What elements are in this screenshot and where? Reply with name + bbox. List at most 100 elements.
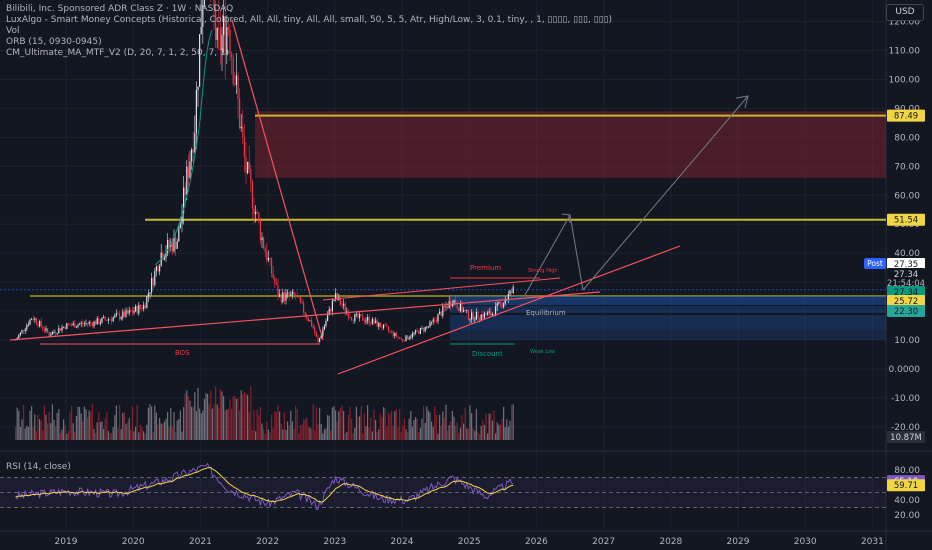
legend: Bilibili, Inc. Sponsored ADR Class Z · 1…	[6, 4, 612, 59]
volume-bar	[200, 413, 202, 440]
legend-indicator-orb[interactable]: ORB (15, 0930-0945)	[6, 37, 612, 48]
volume-bar	[266, 421, 268, 440]
candle-body	[378, 322, 380, 327]
candle-body	[498, 301, 500, 304]
volume-bar	[287, 421, 289, 440]
legend-indicator-vol[interactable]: Vol	[6, 26, 612, 37]
candle-body	[21, 330, 23, 333]
volume-bar	[218, 407, 220, 440]
time-tick-label: 2020	[122, 537, 145, 547]
time-tick-label: 2019	[55, 537, 78, 547]
candle-body	[362, 315, 364, 321]
legend-indicator-ma[interactable]: CM_Ultimate_MA_MTF_V2 (D, 20, 7, 1, 2, 5…	[6, 48, 612, 59]
candle-body	[386, 325, 388, 327]
candle-body	[277, 284, 279, 297]
legend-indicator-smc[interactable]: LuxAlgo - Smart Money Concepts (Historic…	[6, 15, 612, 26]
discount-label: Discount	[472, 350, 503, 358]
volume-bar	[285, 429, 287, 440]
volume-bar	[261, 423, 263, 440]
candle-body	[157, 266, 159, 272]
chart-canvas[interactable]: BOS Premium Equilibrium Discount Weak Low Str…	[0, 0, 932, 550]
volume-bar	[371, 431, 373, 440]
candle-body	[106, 319, 108, 321]
volume-bar	[99, 422, 101, 440]
candle-body	[39, 321, 41, 326]
volume-bar	[317, 423, 319, 440]
candle-body	[149, 292, 151, 294]
volume-bar	[51, 404, 53, 440]
candle-body	[394, 332, 396, 336]
candle-body	[357, 313, 359, 318]
candle-body	[477, 311, 479, 319]
candle-body	[109, 319, 111, 321]
candle-body	[365, 320, 367, 322]
time-axis[interactable]: 2019 2020 2021 2022 2023 2024 2025 2026 2027 2028…	[55, 537, 884, 547]
volume-bar	[18, 410, 20, 440]
candle-body	[32, 319, 34, 320]
candle-body	[483, 312, 485, 318]
volume-bar	[43, 404, 45, 440]
volume-bar	[331, 407, 333, 440]
volume-bar	[434, 406, 436, 440]
candle-body	[61, 327, 63, 331]
currency-button[interactable]: USD	[886, 4, 924, 21]
volume-tag: 10.87M	[890, 433, 922, 443]
price-tick-label: 70.00	[894, 162, 920, 172]
candle-body	[267, 258, 269, 261]
volume-bar	[194, 392, 196, 440]
candle-body	[325, 321, 327, 326]
volume-bar	[491, 420, 493, 440]
volume-bar	[451, 410, 453, 440]
volume-bar	[37, 414, 39, 440]
volume-bar	[507, 426, 509, 440]
volume-bar	[16, 407, 18, 440]
volume-bar	[435, 414, 437, 440]
volume-bar	[85, 409, 87, 440]
candle-body	[147, 293, 149, 297]
volume-bar	[227, 409, 229, 440]
volume-bar	[379, 413, 381, 440]
volume-bar	[243, 392, 245, 440]
candle-body	[85, 323, 87, 324]
candle-body	[154, 270, 156, 285]
volume-bar	[162, 424, 164, 440]
volume-bar	[463, 423, 465, 440]
rsi-legend[interactable]: RSI (14, close)	[6, 462, 71, 472]
volume-bar	[144, 433, 146, 440]
candle-body	[141, 307, 143, 310]
volume-bar	[464, 407, 466, 440]
volume-bar	[298, 433, 300, 440]
candle-body	[395, 332, 397, 337]
volume-bar	[394, 411, 396, 440]
volume-bar	[229, 399, 231, 440]
candle-body	[139, 305, 141, 308]
candle-body	[59, 328, 61, 331]
candle-body	[55, 331, 57, 334]
candle-body	[72, 323, 74, 326]
time-tick-label: 2027	[592, 537, 615, 547]
volume-bar	[176, 420, 178, 440]
candle-body	[463, 310, 465, 312]
time-tick-label: 2031	[861, 537, 884, 547]
candle-body	[99, 322, 101, 324]
candle-body	[56, 333, 58, 334]
candle-body	[83, 323, 85, 325]
volume-bar	[347, 414, 349, 440]
volume-bar	[55, 426, 57, 440]
volume-bar	[122, 412, 124, 440]
volume-bar	[485, 413, 487, 440]
volume-bar	[445, 404, 447, 440]
volume-bar	[263, 428, 265, 440]
volume-bar	[490, 413, 492, 440]
candle-body	[482, 314, 484, 318]
candle-body	[120, 317, 122, 320]
volume-bar	[211, 408, 213, 440]
legend-title[interactable]: Bilibili, Inc. Sponsored ADR Class Z · 1…	[6, 4, 612, 15]
volume-bar	[19, 426, 21, 440]
volume-bar	[370, 417, 372, 440]
volume-bar	[411, 426, 413, 440]
candle-body	[171, 242, 173, 252]
candle-body	[435, 320, 437, 322]
volume-bar	[357, 416, 359, 440]
volume-bar	[279, 411, 281, 440]
